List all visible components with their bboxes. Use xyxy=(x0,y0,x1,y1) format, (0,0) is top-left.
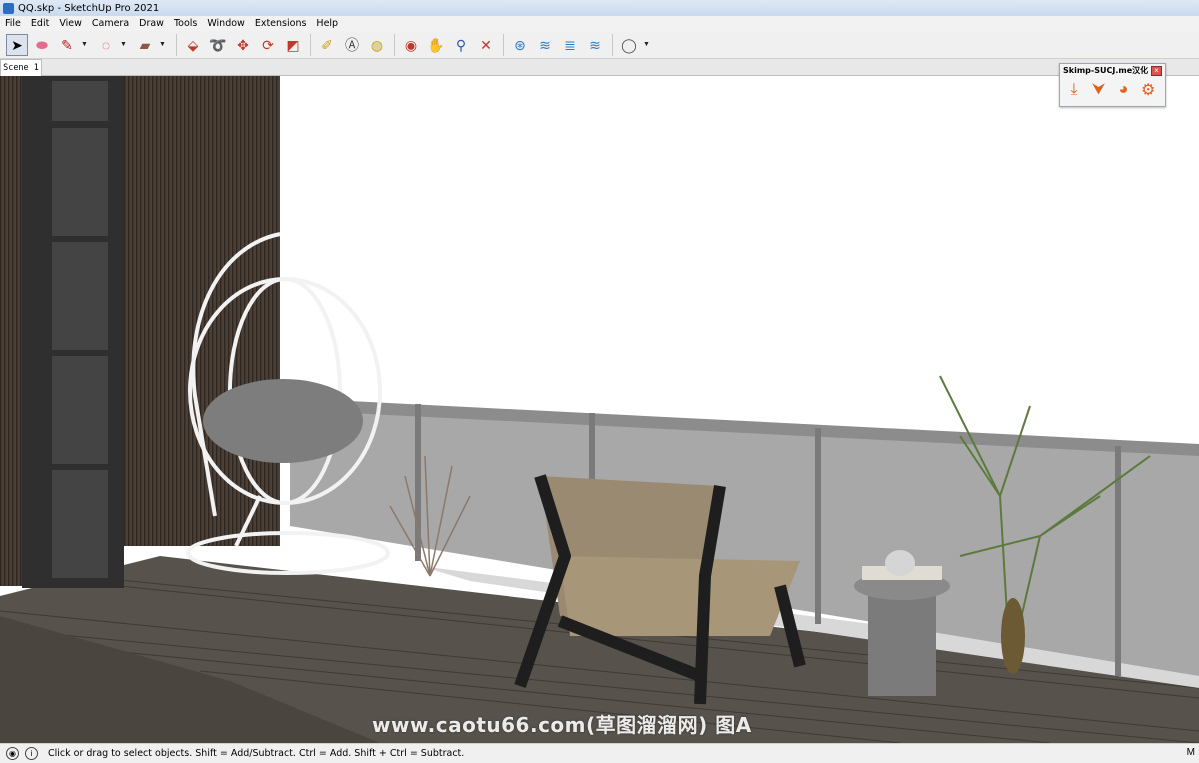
skimp-convert-icon[interactable]: ◕ xyxy=(1113,79,1135,101)
zoom-extents-tool[interactable]: ✕ xyxy=(475,34,497,56)
follow-me-icon: ➰ xyxy=(209,36,227,53)
menu-draw[interactable]: Draw xyxy=(134,18,169,29)
extension-manager-icon: ≋ xyxy=(589,36,601,53)
scene-tab-strip: Scene 1 xyxy=(0,59,1199,76)
layout-icon: ≣ xyxy=(564,36,576,53)
skimp-close-button[interactable]: × xyxy=(1151,66,1162,76)
main-toolbar: ➤ ⬬ ✎ ▼ ◌ ▼ ▰ ▼ ⬙ ➰ ✥ ⟳ ◩ ✐ Ⓐ ◍ ◉ ✋ ⚲ ✕ ⊛ ≋ ≣ ≋ ◯ ▼ xyxy=(0,31,1199,59)
arc-icon: ◌ xyxy=(101,36,111,53)
menu-tools[interactable]: Tools xyxy=(169,18,202,29)
skimp-import-icon[interactable]: ⤓ xyxy=(1063,79,1085,101)
title-bar: QQ.skp - SketchUp Pro 2021 xyxy=(0,0,1199,16)
menu-extensions[interactable]: Extensions xyxy=(250,18,312,29)
arc-tool[interactable]: ◌ xyxy=(95,34,117,56)
toolbar-separator xyxy=(394,33,395,56)
select-icon: ➤ xyxy=(11,36,23,53)
pan-icon: ✋ xyxy=(427,36,445,53)
menu-bar: File Edit View Camera Draw Tools Window … xyxy=(0,16,1199,31)
zoom-extents-icon: ✕ xyxy=(480,36,492,53)
pan-tool[interactable]: ✋ xyxy=(425,34,447,56)
chevron-down-icon[interactable]: ▼ xyxy=(81,41,89,48)
rectangle-tool[interactable]: ▰ xyxy=(134,34,156,56)
menu-window[interactable]: Window xyxy=(202,18,249,29)
info-icon[interactable]: i xyxy=(25,747,38,760)
paint-bucket-tool[interactable]: ◍ xyxy=(366,34,388,56)
extension-warehouse-tool[interactable]: ≋ xyxy=(534,34,556,56)
account-tool[interactable]: ◯ xyxy=(618,34,640,56)
menu-camera[interactable]: Camera xyxy=(87,18,134,29)
sketchup-app-icon xyxy=(3,2,14,14)
model-viewport[interactable] xyxy=(0,76,1199,743)
text-tool[interactable]: Ⓐ xyxy=(341,34,363,56)
move-icon: ✥ xyxy=(237,36,249,53)
move-tool[interactable]: ✥ xyxy=(232,34,254,56)
tape-measure-icon: ✐ xyxy=(321,36,333,53)
extension-warehouse-icon: ≋ xyxy=(539,36,551,53)
extension-manager-tool[interactable]: ≋ xyxy=(584,34,606,56)
menu-edit[interactable]: Edit xyxy=(26,18,54,29)
watermark-text: www.caotu66.com(草图溜溜网) 图A xyxy=(372,713,752,737)
paint-bucket-icon: ◍ xyxy=(370,36,384,53)
zoom-icon: ⚲ xyxy=(455,36,467,53)
rectangle-icon: ▰ xyxy=(139,36,151,53)
toolbar-separator xyxy=(503,33,504,56)
measurements-label: M xyxy=(1186,747,1195,758)
sketchup-window: QQ.skp - SketchUp Pro 2021 File Edit Vie… xyxy=(0,0,1199,763)
chevron-down-icon[interactable]: ▼ xyxy=(159,41,167,48)
menu-view[interactable]: View xyxy=(54,18,87,29)
line-tool[interactable]: ✎ xyxy=(56,34,78,56)
chevron-down-icon[interactable]: ▼ xyxy=(643,41,651,48)
scene-render xyxy=(0,76,1199,743)
chevron-down-icon[interactable]: ▼ xyxy=(120,41,128,48)
orbit-icon: ◉ xyxy=(404,36,418,53)
toolbar-separator xyxy=(612,33,613,56)
skimp-panel-title: Skimp-SUCJ.me汉化 xyxy=(1063,66,1149,75)
warehouse-icon: ⊛ xyxy=(514,36,526,53)
skimp-floating-panel: Skimp-SUCJ.me汉化 × ⤓ ⮟ ◕ ⚙ xyxy=(1059,63,1166,107)
status-bar: ◉ i Click or drag to select objects. Shi… xyxy=(0,743,1199,763)
orbit-tool[interactable]: ◉ xyxy=(400,34,422,56)
eraser-tool[interactable]: ⬬ xyxy=(31,34,53,56)
egg-chair-cushion xyxy=(203,379,363,463)
side-table xyxy=(854,550,950,696)
scale-tool[interactable]: ◩ xyxy=(282,34,304,56)
push-pull-icon: ⬙ xyxy=(187,36,199,53)
menu-file[interactable]: File xyxy=(0,18,26,29)
skimp-settings-icon[interactable]: ⚙ xyxy=(1137,79,1159,101)
window-title: QQ.skp - SketchUp Pro 2021 xyxy=(18,2,160,14)
push-pull-tool[interactable]: ⬙ xyxy=(182,34,204,56)
zoom-tool[interactable]: ⚲ xyxy=(450,34,472,56)
text-icon: Ⓐ xyxy=(345,36,359,53)
scale-icon: ◩ xyxy=(286,36,300,53)
scene-tab-scene-1[interactable]: Scene 1 xyxy=(0,59,42,76)
rotate-tool[interactable]: ⟳ xyxy=(257,34,279,56)
status-message: Click or drag to select objects. Shift =… xyxy=(48,748,465,759)
tape-measure-tool[interactable]: ✐ xyxy=(316,34,338,56)
rotate-icon: ⟳ xyxy=(262,36,274,53)
line-icon: ✎ xyxy=(61,36,73,53)
select-tool[interactable]: ➤ xyxy=(6,33,28,56)
toolbar-separator xyxy=(176,33,177,56)
warehouse-tool[interactable]: ⊛ xyxy=(509,34,531,56)
follow-me-tool[interactable]: ➰ xyxy=(207,34,229,56)
skimp-reduce-icon[interactable]: ⮟ xyxy=(1088,79,1110,101)
eraser-icon: ⬬ xyxy=(36,36,48,53)
layout-tool[interactable]: ≣ xyxy=(559,34,581,56)
geo-location-icon[interactable]: ◉ xyxy=(6,747,19,760)
menu-help[interactable]: Help xyxy=(311,18,343,29)
toolbar-separator xyxy=(310,33,311,56)
account-icon: ◯ xyxy=(621,36,637,53)
